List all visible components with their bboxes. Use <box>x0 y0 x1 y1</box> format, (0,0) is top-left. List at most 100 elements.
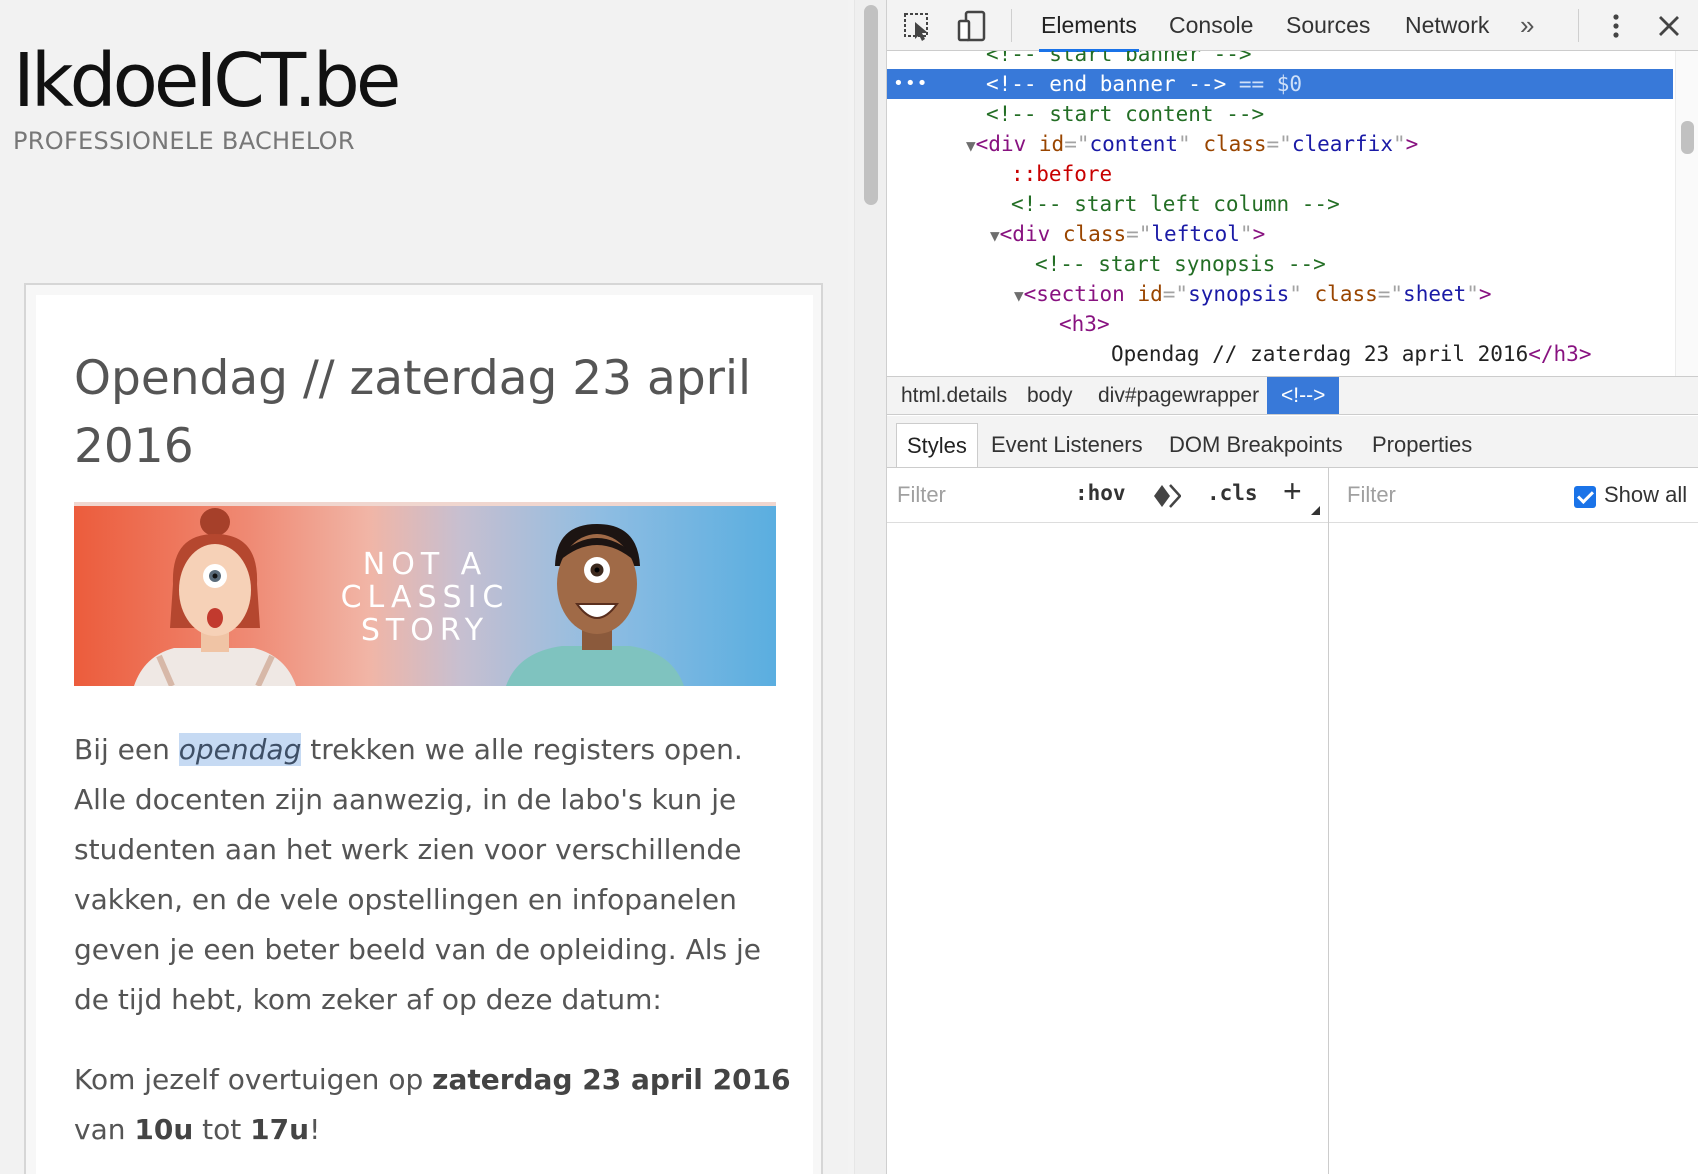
expand-triangle-icon[interactable]: ▼ <box>1014 286 1024 305</box>
start-time: 10u <box>134 1113 194 1146</box>
attr-value: content <box>1089 132 1178 156</box>
attr-value: sheet <box>1403 282 1467 306</box>
toolbar-separator <box>1011 9 1012 42</box>
expand-triangle-icon[interactable]: ▼ <box>966 136 976 155</box>
selected-word-highlight[interactable]: opendag <box>178 733 302 766</box>
dom-node[interactable]: <!-- start synopsis --> <box>887 249 1673 279</box>
styles-subtabs: Styles Event Listeners DOM Breakpoints P… <box>887 416 1698 468</box>
intro-paragraph: Bij een opendag trekken we alle register… <box>74 725 794 1025</box>
article-frame: Opendag // zaterdag 23 april 2016 NOT A … <box>24 283 823 1174</box>
date-text: tot <box>193 1113 251 1146</box>
banner-image: NOT A CLASSIC STORY <box>74 502 776 686</box>
dom-breadcrumb: html.details body div#pagewrapper <!--> <box>887 376 1698 415</box>
page-scrollbar-thumb[interactable] <box>864 5 878 205</box>
tab-console[interactable]: Console <box>1169 0 1253 51</box>
dom-node[interactable]: ▼<section id="synopsis" class="sheet"> <box>887 279 1673 309</box>
tab-network[interactable]: Network <box>1405 0 1489 51</box>
corner-menu-icon[interactable] <box>1311 506 1320 515</box>
dom-node[interactable]: ▼<div class="leftcol"> <box>887 219 1673 249</box>
attr-name: class <box>1062 222 1127 246</box>
tag-name: h3 <box>1553 342 1579 366</box>
intro-text: trekken we alle registers open. Alle doc… <box>74 733 762 1016</box>
kebab-menu-icon[interactable] <box>1599 9 1633 43</box>
toolbar-separator <box>1578 9 1579 42</box>
tab-dom-breakpoints[interactable]: DOM Breakpoints <box>1169 423 1343 467</box>
pane-divider[interactable] <box>1328 468 1329 1174</box>
breadcrumb-item[interactable]: body <box>1027 377 1073 414</box>
devtools-toolbar: Elements Console Sources Network » <box>887 0 1698 52</box>
dom-node[interactable]: <!-- start left column --> <box>887 189 1673 219</box>
date-text: Kom jezelf overtuigen op <box>74 1063 433 1096</box>
breadcrumb-item[interactable]: html.details <box>901 377 1007 414</box>
dom-node[interactable]: <!-- start banner --> <box>887 51 1673 69</box>
dom-tree[interactable]: <!-- start banner --> ••• <!-- end banner… <box>887 51 1698 376</box>
inspect-element-icon[interactable] <box>901 9 935 43</box>
dom-comment: <!-- start banner --> <box>986 51 1252 66</box>
article-title: Opendag // zaterdag 23 april 2016 <box>74 351 752 474</box>
banner-slogan-line: STORY <box>360 613 490 648</box>
devtools-panel: Elements Console Sources Network » <!-- … <box>886 0 1698 1174</box>
breadcrumb-item[interactable]: div#pagewrapper <box>1098 377 1259 414</box>
more-tabs-chevron-icon[interactable]: » <box>1520 10 1534 41</box>
tab-styles[interactable]: Styles <box>896 423 978 467</box>
tab-sources[interactable]: Sources <box>1286 0 1370 51</box>
tag-name: h3 <box>1071 312 1097 336</box>
attr-value: clearfix <box>1291 132 1393 156</box>
tag-name: section <box>1036 282 1125 306</box>
class-toggle[interactable]: .cls <box>1207 481 1258 505</box>
dom-tree-scrollbar-thumb[interactable] <box>1681 121 1694 154</box>
banner-slogan-line: CLASSIC <box>340 580 510 615</box>
more-actions-icon[interactable]: ••• <box>893 69 929 99</box>
breadcrumb-item-active[interactable]: <!--> <box>1267 377 1340 414</box>
dom-node[interactable]: ::before <box>887 159 1673 189</box>
styles-filter-input[interactable]: Filter <box>897 482 946 508</box>
device-toolbar-icon[interactable] <box>955 9 989 43</box>
close-icon[interactable] <box>1652 9 1686 43</box>
attr-name: id <box>1137 282 1163 306</box>
site-title[interactable]: IkdoeICT.be <box>13 38 401 124</box>
dom-comment: <!-- start synopsis --> <box>1035 252 1326 276</box>
intro-text: Bij een <box>74 733 179 766</box>
show-all-checkbox[interactable] <box>1574 486 1596 508</box>
computed-filter-input[interactable]: Filter <box>1347 482 1396 508</box>
pseudo-element: ::before <box>1011 162 1113 186</box>
expand-triangle-icon[interactable]: ▼ <box>990 226 1000 245</box>
tab-elements[interactable]: Elements <box>1039 0 1139 52</box>
console-ref: == $0 <box>1226 72 1303 96</box>
dom-node-selected[interactable]: ••• <!-- end banner --> == $0 <box>887 69 1673 99</box>
dom-comment: <!-- start content --> <box>986 102 1265 126</box>
banner-slogan: NOT A CLASSIC STORY <box>74 548 776 647</box>
banner-slogan-line: NOT A <box>362 547 488 582</box>
text-node: Opendag // zaterdag 23 april 2016 <box>1111 342 1529 366</box>
tag-name: div <box>1012 222 1051 246</box>
date-text: van <box>74 1113 135 1146</box>
end-time: 17u <box>250 1113 310 1146</box>
new-style-rule-plus-icon[interactable]: + <box>1283 474 1302 508</box>
web-page-viewport: IkdoeICT.be PROFESSIONELE BACHELOR Opend… <box>0 0 848 1174</box>
styles-filter-bar: Filter :hov .cls + Filter Show all <box>887 468 1698 523</box>
event-date: zaterdag 23 april 2016 <box>432 1063 791 1096</box>
attr-name: class <box>1203 132 1267 156</box>
attr-value: synopsis <box>1188 282 1290 306</box>
date-paragraph: Kom jezelf overtuigen op zaterdag 23 apr… <box>74 1055 794 1155</box>
dom-node[interactable]: Opendag // zaterdag 23 april 2016</h3> <box>887 339 1673 369</box>
date-text: ! <box>309 1113 321 1146</box>
attr-name: class <box>1314 282 1378 306</box>
dom-comment: <!-- start left column --> <box>1011 192 1340 216</box>
site-subtitle: PROFESSIONELE BACHELOR <box>13 127 355 155</box>
dom-tree-scrollbar[interactable] <box>1675 51 1698 376</box>
dom-node[interactable]: <!-- start content --> <box>887 99 1673 129</box>
tag-name: div <box>988 132 1027 156</box>
hover-state-toggle[interactable]: :hov <box>1075 481 1126 505</box>
dom-node[interactable]: <h3> <box>887 309 1673 339</box>
synopsis-sheet: Opendag // zaterdag 23 april 2016 NOT A … <box>36 295 813 1174</box>
tab-event-listeners[interactable]: Event Listeners <box>991 423 1143 467</box>
tab-properties[interactable]: Properties <box>1372 423 1472 467</box>
attr-name: id <box>1038 132 1065 156</box>
attr-value: leftcol <box>1151 222 1240 246</box>
page-scrollbar[interactable] <box>854 0 886 1174</box>
rendering-diamond-icon[interactable] <box>1153 483 1181 509</box>
show-all-label[interactable]: Show all <box>1604 482 1687 508</box>
dom-comment: <!-- end banner --> <box>986 72 1227 96</box>
dom-node[interactable]: ▼<div id="content" class="clearfix"> <box>887 129 1673 159</box>
